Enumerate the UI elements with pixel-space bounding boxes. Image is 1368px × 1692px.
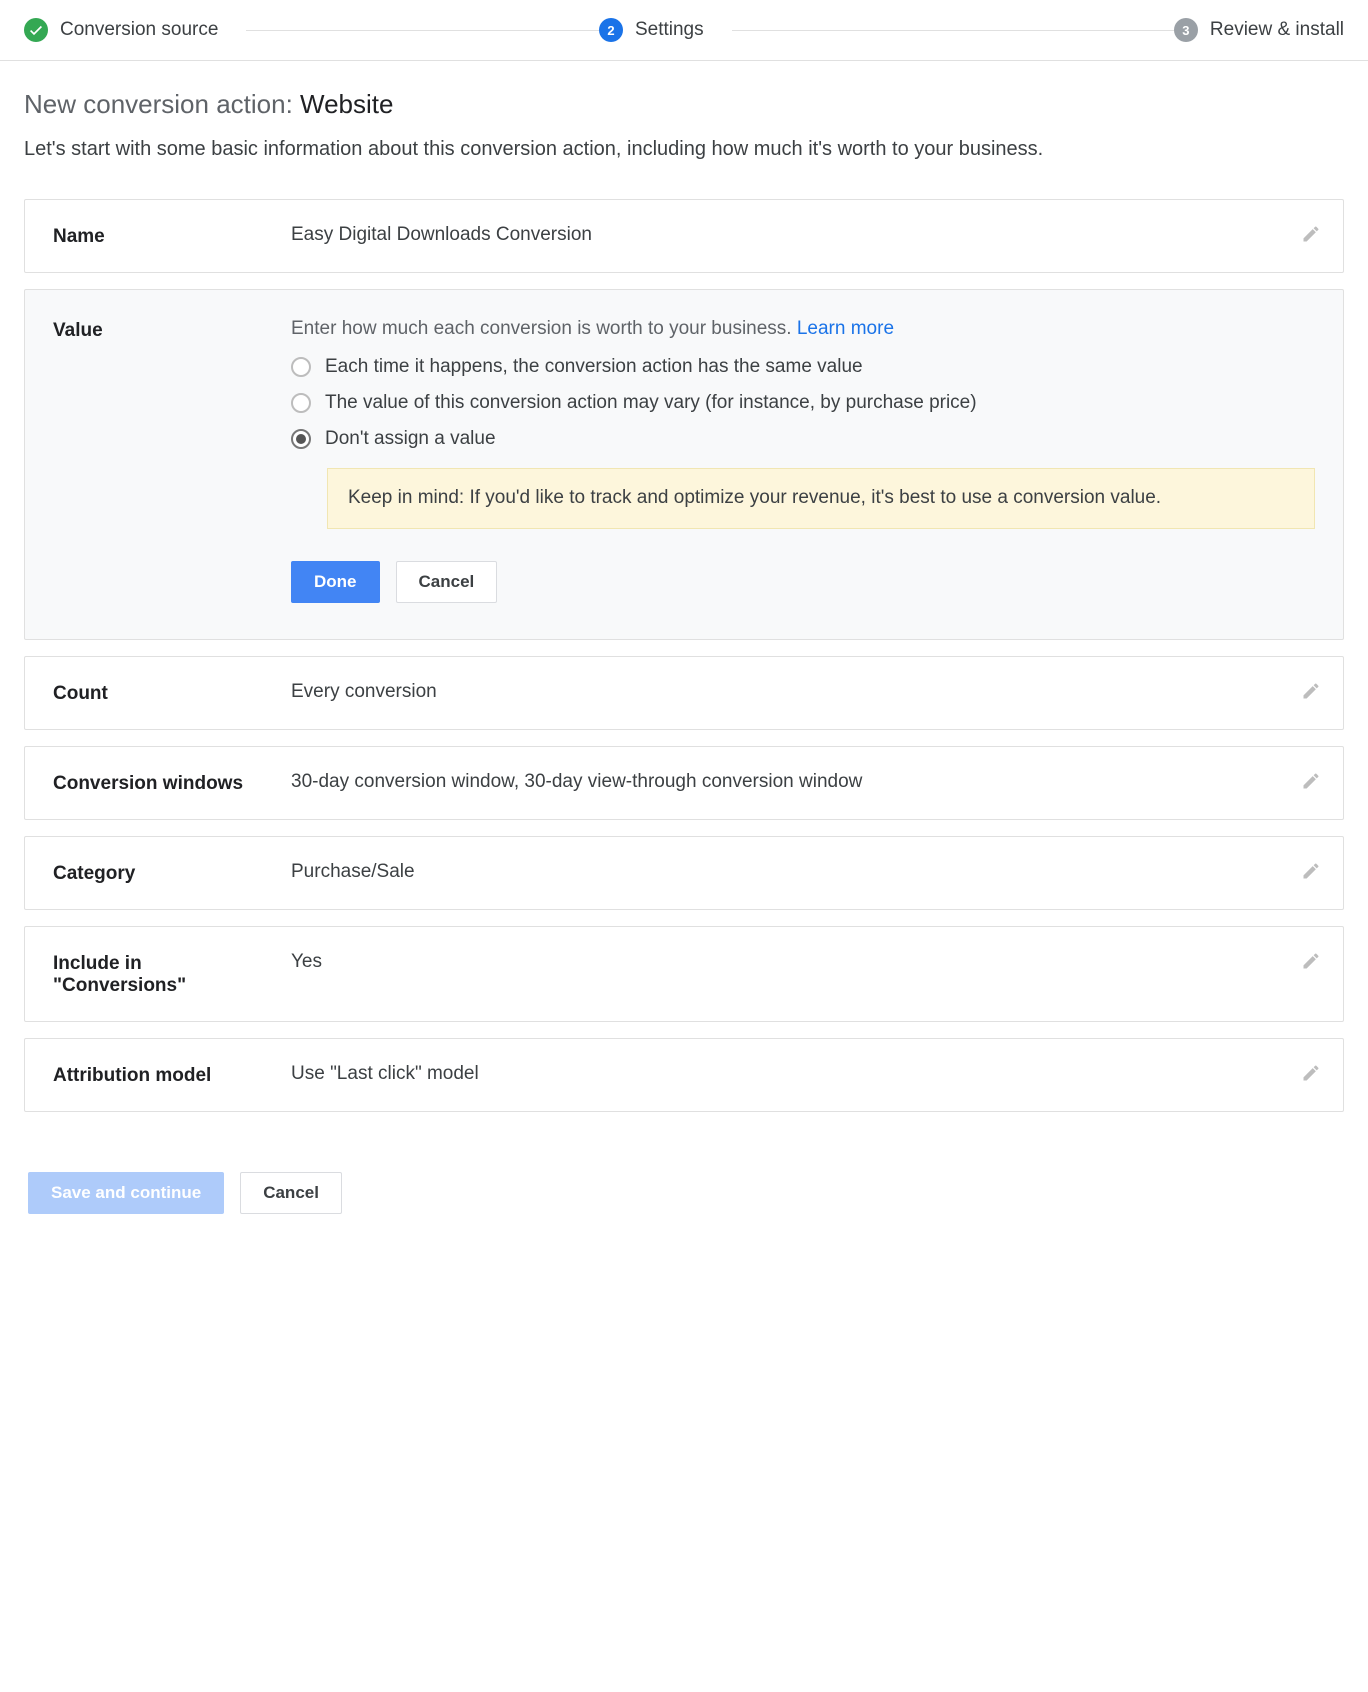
- cancel-button[interactable]: Cancel: [396, 561, 498, 603]
- pencil-icon[interactable]: [1301, 224, 1321, 244]
- card-label-name: Name: [53, 224, 263, 248]
- step-label: Conversion source: [60, 19, 218, 41]
- page-title-main: Website: [300, 89, 393, 119]
- value-card: Value Enter how much each conversion is …: [24, 289, 1344, 640]
- content: New conversion action: Website Let's sta…: [0, 61, 1368, 1284]
- radio-label: The value of this conversion action may …: [325, 392, 977, 414]
- card-label-include: Include in "Conversions": [53, 951, 263, 997]
- card-label-value: Value: [53, 318, 263, 342]
- radio-label: Don't assign a value: [325, 428, 496, 450]
- step-number-icon: 3: [1174, 18, 1198, 42]
- value-buttons: Done Cancel: [291, 561, 1315, 603]
- done-button[interactable]: Done: [291, 561, 380, 603]
- value-radio-group: Each time it happens, the conversion act…: [291, 356, 1315, 450]
- footer-actions: Save and continue Cancel: [24, 1162, 1344, 1244]
- step-divider: [246, 30, 599, 31]
- card-value-include: Yes: [291, 951, 1315, 973]
- pencil-icon[interactable]: [1301, 861, 1321, 881]
- card-value-windows: 30-day conversion window, 30-day view-th…: [291, 771, 1315, 793]
- card-value-name: Easy Digital Downloads Conversion: [291, 224, 1315, 246]
- value-info-box: Keep in mind: If you'd like to track and…: [327, 468, 1315, 529]
- page-title-prefix: New conversion action:: [24, 89, 300, 119]
- category-card: Category Purchase/Sale: [24, 836, 1344, 910]
- radio-label: Each time it happens, the conversion act…: [325, 356, 863, 378]
- card-label-category: Category: [53, 861, 263, 885]
- step-divider: [732, 30, 1174, 31]
- conversion-windows-card: Conversion windows 30-day conversion win…: [24, 746, 1344, 820]
- pencil-icon[interactable]: [1301, 681, 1321, 701]
- step-review-install[interactable]: 3 Review & install: [1174, 18, 1344, 42]
- radio-same-value[interactable]: Each time it happens, the conversion act…: [291, 356, 1315, 378]
- check-icon: [24, 18, 48, 42]
- radio-icon: [291, 357, 311, 377]
- radio-icon: [291, 429, 311, 449]
- card-value-attribution: Use "Last click" model: [291, 1063, 1315, 1085]
- card-label-attribution: Attribution model: [53, 1063, 263, 1087]
- step-conversion-source[interactable]: Conversion source: [24, 18, 599, 42]
- step-label: Settings: [635, 19, 704, 41]
- stepper: Conversion source 2 Settings 3 Review & …: [0, 0, 1368, 61]
- radio-no-value[interactable]: Don't assign a value: [291, 428, 1315, 450]
- pencil-icon[interactable]: [1301, 1063, 1321, 1083]
- radio-varies[interactable]: The value of this conversion action may …: [291, 392, 1315, 414]
- card-body-value: Enter how much each conversion is worth …: [291, 318, 1315, 603]
- card-value-category: Purchase/Sale: [291, 861, 1315, 883]
- include-card: Include in "Conversions" Yes: [24, 926, 1344, 1022]
- step-settings[interactable]: 2 Settings: [599, 18, 1174, 42]
- radio-icon: [291, 393, 311, 413]
- attribution-card: Attribution model Use "Last click" model: [24, 1038, 1344, 1112]
- page-subtitle: Let's start with some basic information …: [24, 138, 1344, 161]
- save-and-continue-button[interactable]: Save and continue: [28, 1172, 224, 1214]
- learn-more-link[interactable]: Learn more: [797, 318, 894, 339]
- card-label-windows: Conversion windows: [53, 771, 263, 795]
- step-label: Review & install: [1210, 19, 1344, 41]
- card-value-count: Every conversion: [291, 681, 1315, 703]
- count-card: Count Every conversion: [24, 656, 1344, 730]
- name-card: Name Easy Digital Downloads Conversion: [24, 199, 1344, 273]
- step-number-icon: 2: [599, 18, 623, 42]
- pencil-icon[interactable]: [1301, 771, 1321, 791]
- value-help-text: Enter how much each conversion is worth …: [291, 318, 1315, 340]
- page-title: New conversion action: Website: [24, 89, 1344, 120]
- pencil-icon[interactable]: [1301, 951, 1321, 971]
- cancel-button[interactable]: Cancel: [240, 1172, 342, 1214]
- card-label-count: Count: [53, 681, 263, 705]
